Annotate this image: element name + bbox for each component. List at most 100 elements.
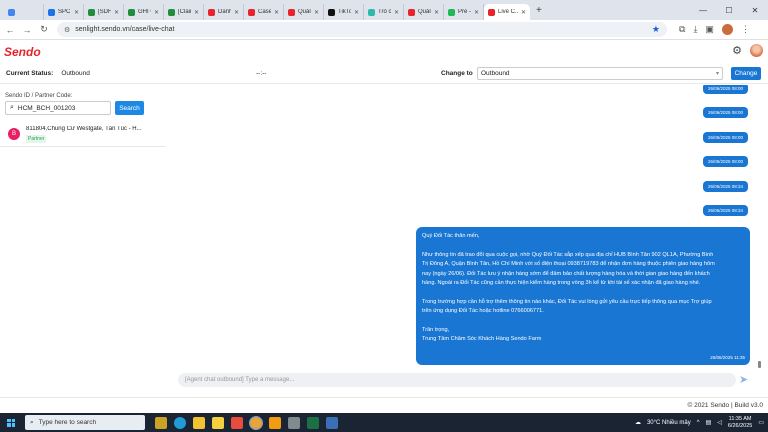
tab-favicon-icon: [248, 8, 255, 16]
browser-tab[interactable]: TikTok✕: [324, 4, 364, 20]
close-tab-icon[interactable]: ✕: [114, 9, 119, 16]
tab-label: Quản ...: [418, 9, 431, 15]
current-status-value: Outbound: [61, 70, 90, 77]
list-item[interactable]: B 811804,Chung Cư Westgate, Tân Túc - H.…: [0, 123, 165, 147]
notes-icon[interactable]: [212, 416, 224, 429]
close-tab-icon[interactable]: ✕: [234, 9, 239, 16]
volume-icon[interactable]: ◁: [717, 419, 722, 426]
browser-tab[interactable]: Quản ...✕: [404, 4, 444, 20]
sidebar-icon[interactable]: ▣: [705, 24, 714, 35]
browser-tab[interactable]: SPC - ...✕: [44, 4, 84, 20]
close-tab-icon[interactable]: ✕: [194, 9, 199, 16]
task-view-icon[interactable]: [155, 416, 167, 429]
status-row: Current Status: Outbound --:-- Change to…: [0, 64, 768, 84]
message-input[interactable]: [Agent chat outbound] Type a message...: [178, 373, 736, 387]
close-tab-icon[interactable]: ✕: [521, 9, 526, 16]
app-icon[interactable]: [269, 416, 281, 429]
browser-tab[interactable]: [SDF C...✕: [84, 4, 124, 20]
app-icon[interactable]: [231, 416, 243, 429]
back-button[interactable]: ←: [3, 23, 17, 37]
excel-icon[interactable]: [307, 416, 319, 429]
chat-scrollbar[interactable]: [758, 85, 761, 368]
notification-icon[interactable]: ▭: [758, 419, 764, 426]
close-tab-icon[interactable]: ✕: [434, 9, 439, 16]
message-line: [422, 288, 744, 297]
clock-time: 11:35 AM: [728, 415, 752, 422]
tab-favicon-icon: [408, 8, 415, 16]
browser-tab[interactable]: Pre - ...✕: [444, 4, 484, 20]
window-controls: — ☐ ✕: [690, 0, 768, 20]
app-icon[interactable]: [326, 416, 338, 429]
close-tab-icon[interactable]: ✕: [354, 9, 359, 16]
clock-date: 6/26/2025: [727, 422, 753, 429]
search-icon: ⌕: [10, 104, 14, 111]
tab-label: TikTok: [338, 9, 351, 15]
tab-label: Trò ch...: [378, 9, 391, 15]
browser-tab[interactable]: Trò ch...✕: [364, 4, 404, 20]
search-icon: ⌕: [30, 418, 34, 426]
extensions-icon[interactable]: ⧉: [679, 24, 685, 35]
browser-tab[interactable]: [Claim...✕: [164, 4, 204, 20]
search-button[interactable]: Search: [115, 101, 144, 115]
timestamp-bubble: 26/06/2025 08:34: [703, 181, 748, 192]
site-info-icon[interactable]: ⚙: [64, 26, 70, 34]
sendo-logo[interactable]: Sendo: [4, 45, 41, 59]
close-tab-icon[interactable]: ✕: [474, 9, 479, 16]
start-button[interactable]: [3, 413, 19, 432]
browser-tab[interactable]: Case ...✕: [244, 4, 284, 20]
new-tab-button[interactable]: +: [536, 5, 542, 16]
address-bar: ← → ↻ ⚙ senlight.sendo.vn/case/live-chat…: [0, 20, 768, 40]
message-line: Trân trọng,: [422, 327, 450, 334]
download-icon[interactable]: ⤓: [693, 24, 697, 35]
close-tab-icon[interactable]: ✕: [154, 9, 159, 16]
windows-icon: [7, 418, 15, 427]
message-line: Trung Tâm Chăm Sóc Khách Hàng Sendo Farm: [422, 336, 542, 343]
close-tab-icon[interactable]: ✕: [74, 9, 79, 16]
close-window-button[interactable]: ✕: [742, 0, 768, 20]
close-tab-icon[interactable]: ✕: [314, 9, 319, 16]
file-explorer-icon[interactable]: [193, 416, 205, 429]
close-tab-icon[interactable]: ✕: [274, 9, 279, 16]
browser-tab[interactable]: [4, 4, 44, 20]
tab-favicon-icon: [448, 8, 455, 16]
menu-icon[interactable]: ⋮: [741, 24, 750, 35]
partner-search-input[interactable]: ⌕ HCM_BCH_001203: [5, 101, 111, 115]
weather-text[interactable]: 30°C Nhiều mây: [647, 420, 691, 426]
tab-label: GHI C...: [138, 9, 151, 15]
clock[interactable]: 11:35 AM 6/26/2025: [728, 416, 752, 430]
change-button[interactable]: Change: [731, 67, 761, 80]
bookmark-star-icon[interactable]: ★: [652, 24, 660, 35]
chrome-icon[interactable]: [249, 415, 263, 430]
browser-tab[interactable]: Quản ...✕: [284, 4, 324, 20]
status-select[interactable]: Outbound ▾: [477, 67, 723, 80]
maximize-button[interactable]: ☐: [716, 0, 742, 20]
user-avatar[interactable]: [750, 44, 763, 57]
list-item-title: 811804,Chung Cư Westgate, Tân Túc - H...: [26, 126, 142, 132]
taskbar-search[interactable]: ⌕ Type here to search: [25, 415, 145, 430]
tab-favicon-icon: [128, 8, 135, 16]
edge-icon[interactable]: [174, 416, 186, 429]
message-line: nay (ngày 26/06). Đối Tác lưu ý nhận hàn…: [422, 270, 710, 277]
browser-tab[interactable]: Live C... ✕: [484, 4, 530, 20]
app-icon[interactable]: [288, 416, 300, 429]
send-icon[interactable]: ➤: [739, 373, 748, 386]
weather-icon: ☁: [634, 420, 641, 426]
network-icon[interactable]: ▤: [706, 419, 712, 426]
minimize-button[interactable]: —: [690, 0, 716, 20]
tab-favicon-icon: [208, 8, 215, 16]
message-line: hàng. Ngoài ra Đối Tác cũng cần thực hiệ…: [422, 280, 701, 287]
profile-avatar[interactable]: [721, 24, 733, 35]
gear-icon[interactable]: ⚙: [732, 44, 742, 57]
browser-tab[interactable]: Danh ...✕: [204, 4, 244, 20]
message-line: trên ứng dụng Đối Tác hoặc hotline 07660…: [422, 308, 544, 315]
url-field[interactable]: ⚙ senlight.sendo.vn/case/live-chat ★: [57, 22, 667, 37]
close-tab-icon[interactable]: ✕: [394, 9, 399, 16]
chat-area[interactable]: 26/06/2025 07:0826/06/2025 08:0026/06/20…: [168, 85, 762, 368]
tray-chevron-icon[interactable]: ^: [697, 420, 700, 426]
system-tray: ☁ 30°C Nhiều mây ^ ▤ ◁ 11:35 AM 6/26/202…: [635, 413, 764, 432]
partner-search-value: HCM_BCH_001203: [17, 104, 76, 112]
reload-button[interactable]: ↻: [37, 23, 51, 37]
forward-button[interactable]: →: [20, 23, 34, 37]
timestamp-bubble: 26/06/2025 08:00: [703, 85, 748, 94]
browser-tab[interactable]: GHI C...✕: [124, 4, 164, 20]
